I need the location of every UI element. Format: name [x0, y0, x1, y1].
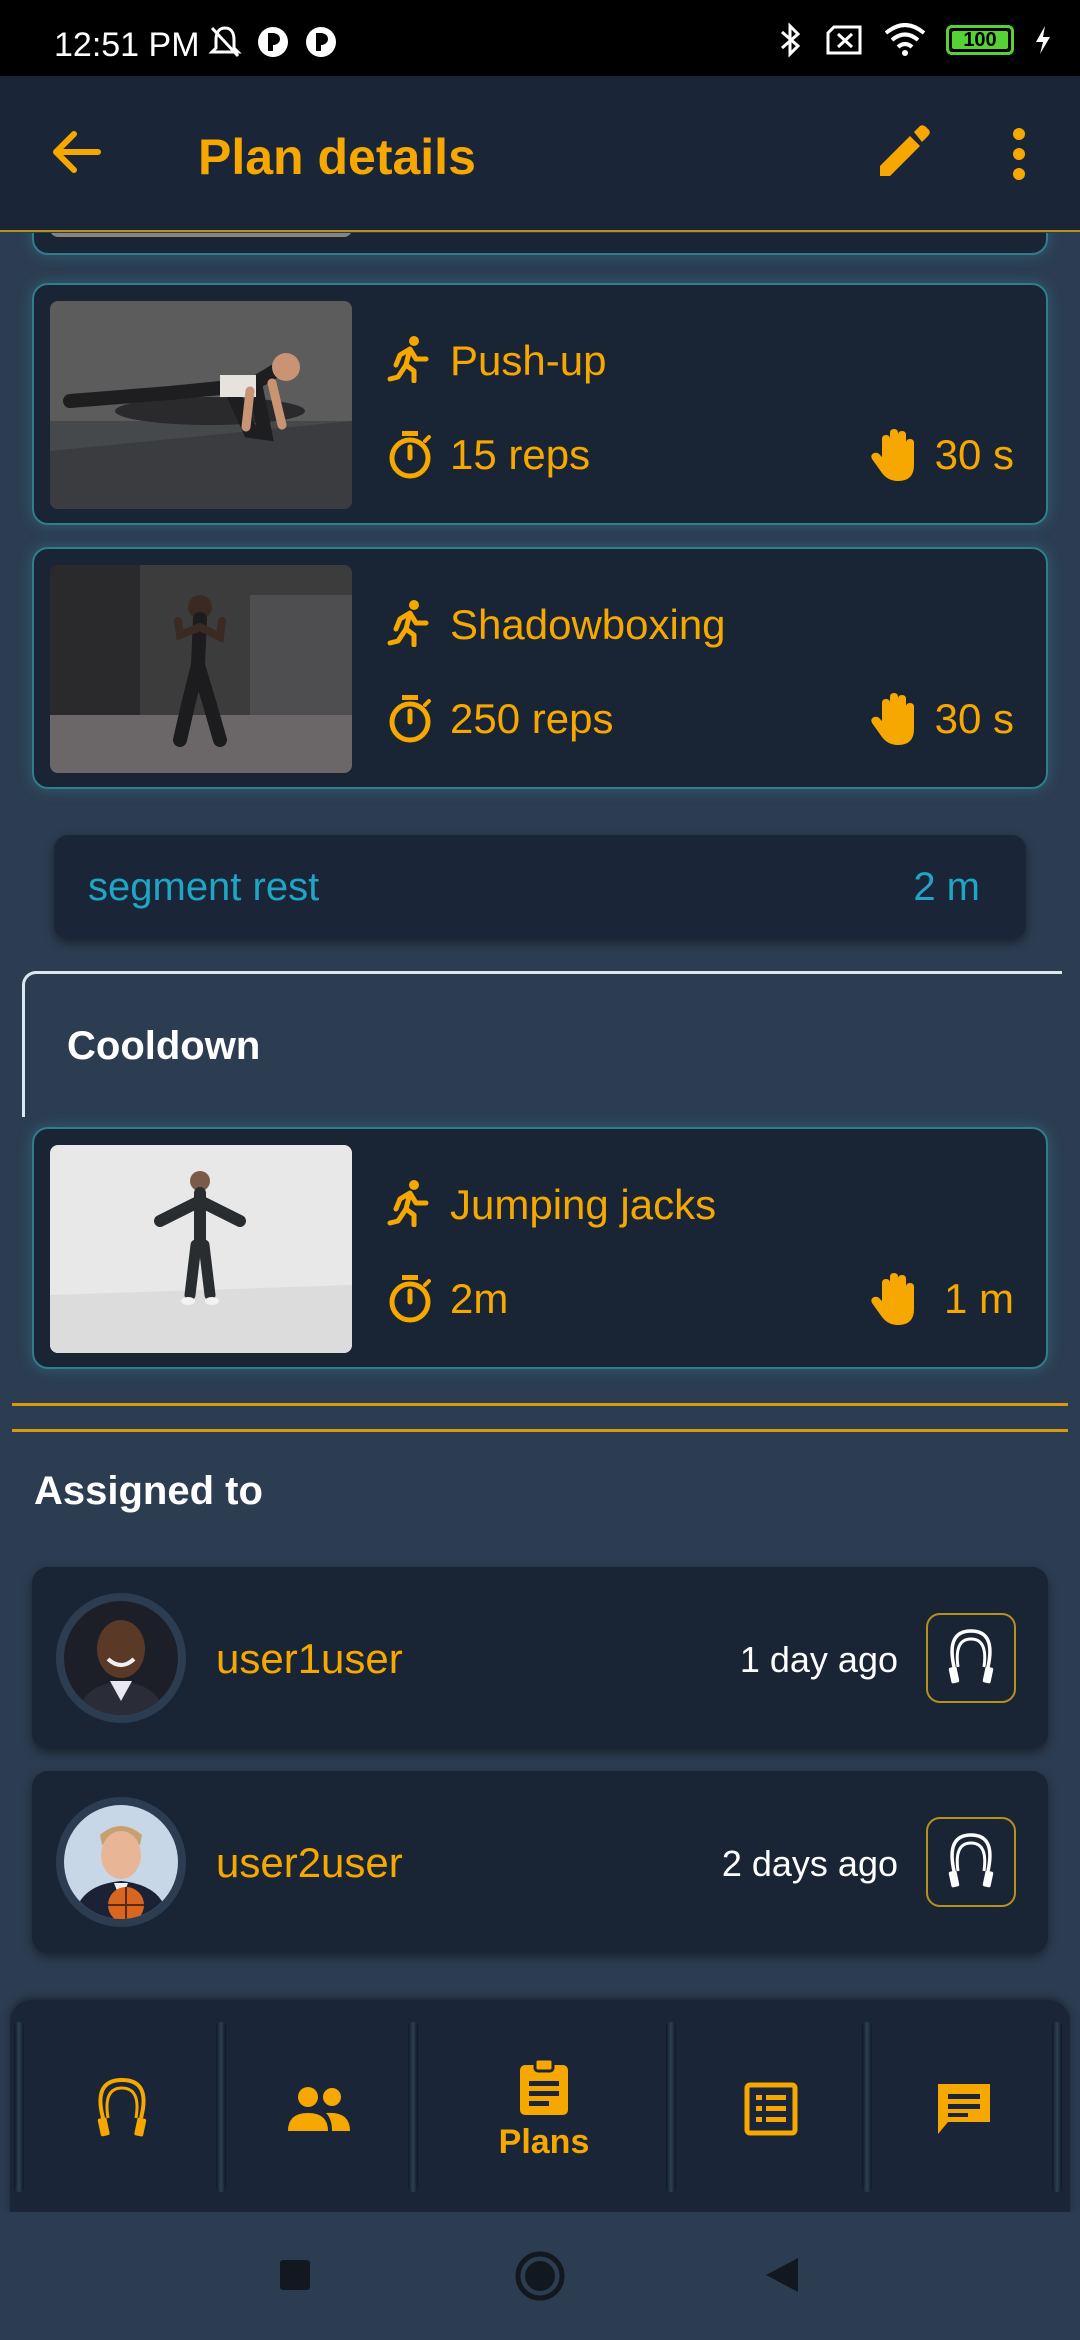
cooldown-section-header: Cooldown — [22, 971, 1062, 1117]
user-name: user2user — [216, 1839, 403, 1886]
user-name: user1user — [216, 1635, 403, 1682]
avatar — [56, 1797, 186, 1927]
battery-level: 100 — [963, 28, 997, 51]
nav-separator — [1052, 2022, 1062, 2192]
timer-icon — [389, 695, 431, 743]
jump-rope-button[interactable] — [926, 1817, 1016, 1907]
bluetooth-icon — [781, 22, 801, 58]
nav-separator — [14, 2022, 24, 2192]
nav-separator — [216, 2022, 226, 2192]
exercise-rest: 30 s — [934, 695, 1014, 742]
exercise-amount: 15 reps — [450, 431, 591, 478]
exercise-name: Push-up — [450, 337, 607, 384]
nav-item-label: Plans — [498, 2122, 590, 2161]
no-sim-icon — [826, 25, 862, 55]
assigned-user-card[interactable]: user1user 1 day ago — [32, 1567, 1048, 1749]
exercise-amount: 2m — [450, 1275, 509, 1322]
nav-item-people[interactable] — [226, 2024, 412, 2194]
back-arrow-icon[interactable] — [48, 124, 104, 180]
running-person-icon — [387, 1180, 429, 1227]
exercise-thumbnail — [50, 301, 352, 509]
system-navigation-bar — [0, 2212, 1080, 2340]
hand-rest-icon — [871, 693, 914, 745]
nav-item-messages[interactable] — [872, 2024, 1056, 2194]
assigned-time: 1 day ago — [739, 1639, 898, 1680]
exercise-rest: 30 s — [934, 431, 1014, 478]
status-bar: 12:51 PM 100 — [0, 0, 1080, 76]
battery-icon: 100 — [946, 25, 1014, 55]
segment-rest-label: segment rest — [88, 865, 320, 909]
muted-bell-icon — [208, 26, 242, 58]
nav-item-plans[interactable]: Plans — [418, 2024, 670, 2194]
timer-icon — [389, 431, 431, 479]
status-notification-icons — [208, 24, 338, 60]
jump-rope-icon — [948, 1629, 994, 1684]
list-icon — [744, 2082, 798, 2136]
clipboard-icon — [520, 2057, 568, 2115]
hand-rest-icon — [871, 429, 914, 481]
exercise-name: Shadowboxing — [450, 601, 726, 648]
app-notification-icon — [306, 27, 336, 57]
section-divider — [12, 1429, 1068, 1432]
timer-icon — [389, 1275, 431, 1323]
running-person-icon — [387, 600, 429, 647]
nav-separator — [666, 2022, 676, 2192]
exercise-card[interactable]: Push-up 15 reps 30 s — [32, 283, 1048, 525]
cooldown-title: Cooldown — [67, 1024, 261, 1068]
jump-rope-icon — [97, 2077, 147, 2137]
people-icon — [288, 2087, 350, 2131]
app-bar: Plan details — [0, 76, 1080, 232]
nav-item-workouts[interactable] — [24, 2024, 220, 2194]
jump-rope-button[interactable] — [926, 1613, 1016, 1703]
charging-icon — [1036, 26, 1050, 54]
nav-separator — [408, 2022, 418, 2192]
status-system-icons: 100 — [778, 22, 1052, 58]
assigned-user-card[interactable]: user2user 2 days ago — [32, 1771, 1048, 1953]
back-button[interactable] — [764, 2256, 800, 2294]
assigned-time: 2 days ago — [721, 1843, 898, 1884]
exercise-rest: 1 m — [943, 1275, 1014, 1322]
jump-rope-icon — [948, 1833, 994, 1888]
exercise-card[interactable]: Jumping jacks 2m 1 m — [32, 1127, 1048, 1369]
home-button[interactable] — [514, 2250, 566, 2302]
exercise-name: Jumping jacks — [450, 1181, 717, 1228]
exercise-thumbnail — [50, 233, 352, 237]
status-time: 12:51 PM — [54, 26, 200, 64]
plan-content[interactable]: Push-up 15 reps 30 s Shadowboxing 250 re… — [0, 233, 1080, 2000]
avatar — [56, 1593, 186, 1723]
edit-pencil-icon[interactable] — [872, 122, 932, 182]
exercise-thumbnail — [50, 1145, 352, 1353]
segment-rest-value: 2 m — [913, 865, 980, 909]
assigned-to-title: Assigned to — [34, 1469, 263, 1513]
running-person-icon — [387, 336, 429, 383]
app-notification-icon — [258, 27, 288, 57]
more-options-icon[interactable] — [1004, 124, 1034, 184]
nav-item-list[interactable] — [676, 2024, 866, 2194]
nav-separator — [862, 2022, 872, 2192]
exercise-card[interactable]: Shadowboxing 250 reps 30 s — [32, 547, 1048, 789]
page-title: Plan details — [198, 129, 476, 185]
segment-rest-row[interactable]: segment rest 2 m — [54, 835, 1026, 939]
exercise-thumbnail — [50, 565, 352, 773]
section-divider — [12, 1403, 1068, 1406]
exercise-card-partial[interactable] — [32, 233, 1048, 255]
bottom-navigation: Plans — [10, 2000, 1070, 2212]
wifi-icon — [884, 23, 926, 56]
hand-rest-icon — [871, 1273, 914, 1325]
recent-apps-button[interactable] — [278, 2258, 312, 2292]
exercise-amount: 250 reps — [450, 695, 614, 742]
chat-message-icon — [938, 2084, 990, 2134]
